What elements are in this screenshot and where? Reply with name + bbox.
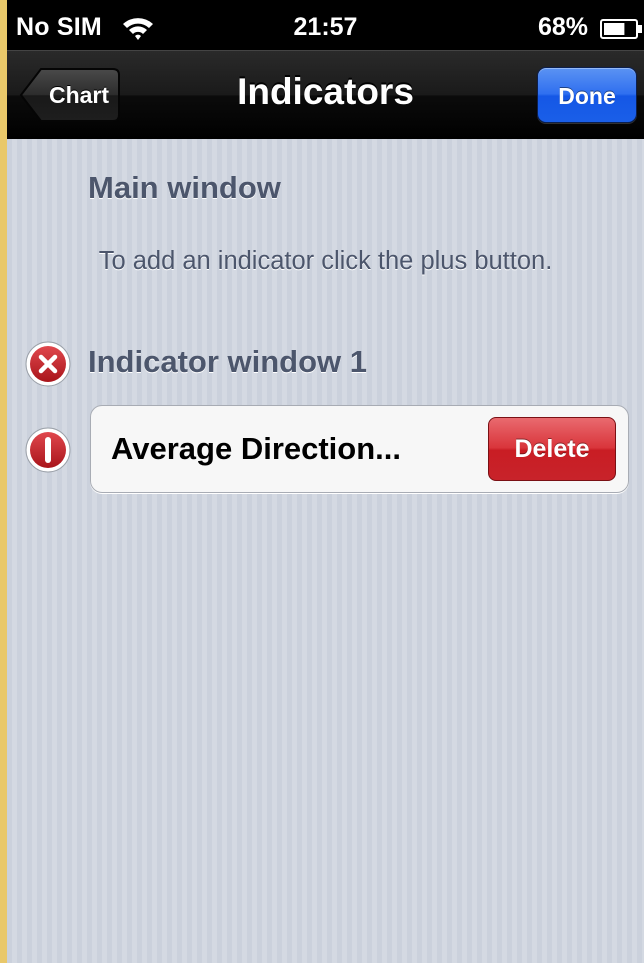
indicator-name: Average Direction... [111, 431, 402, 466]
battery-percent: 68% [538, 13, 589, 41]
remove-circle-icon[interactable] [24, 340, 72, 388]
battery-icon [600, 19, 642, 39]
section-header-main-window: Main window [88, 170, 281, 205]
section-footer-hint: To add an indicator click the plus butto… [98, 247, 553, 275]
delete-rotated-icon[interactable] [24, 426, 72, 474]
delete-button[interactable]: Delete [488, 417, 616, 481]
phone-screen: No SIM 21:57 68% Chart Indicators Done M… [7, 0, 644, 963]
table-row[interactable]: Average Direction... Delete [90, 405, 629, 493]
navigation-bar: Chart Indicators Done [7, 50, 644, 140]
done-button[interactable]: Done [537, 67, 637, 123]
indicators-table: Main window To add an indicator click th… [7, 139, 644, 963]
status-bar: No SIM 21:57 68% [7, 0, 644, 50]
section-header-indicator-window: Indicator window 1 [88, 344, 368, 379]
